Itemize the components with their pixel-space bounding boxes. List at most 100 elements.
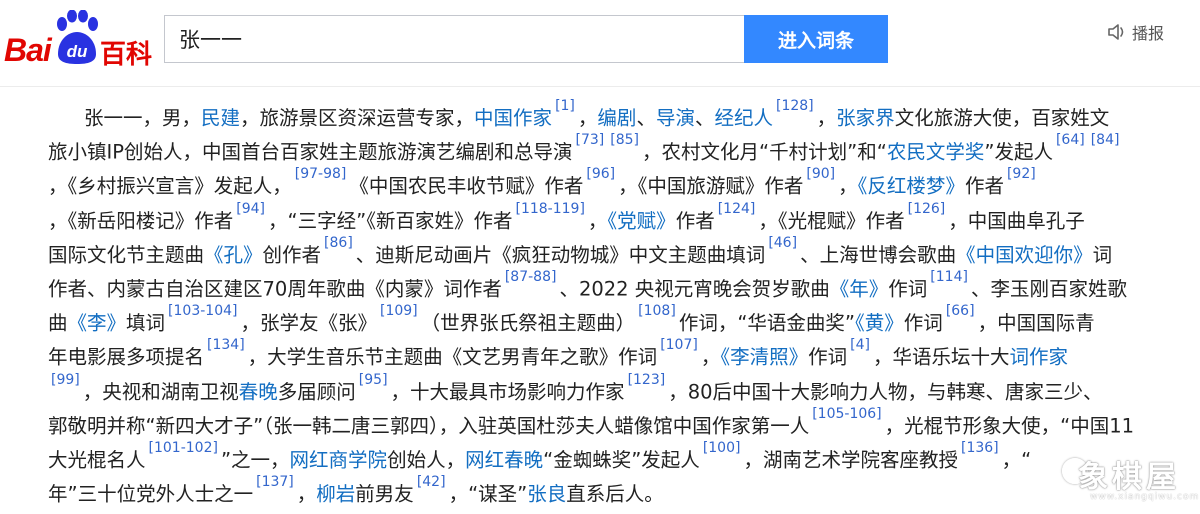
article-text: 直系后人。	[566, 482, 664, 506]
entry-link[interactable]: 中国作家	[474, 107, 552, 130]
reference-marker[interactable]: [95]	[359, 372, 388, 388]
reference-marker[interactable]: [137]	[256, 474, 294, 490]
entry-link[interactable]: 柳岩	[316, 483, 355, 506]
entry-link[interactable]: 《中国欢迎你》	[956, 243, 1093, 266]
entry-link[interactable]: 春晚	[239, 380, 278, 403]
reference-marker[interactable]: [4]	[850, 337, 870, 353]
article-text: ，“	[1001, 448, 1032, 472]
article-text: 创始人，	[387, 448, 466, 472]
article-text: “金蜘蛛奖”发起人	[543, 448, 700, 472]
reference-marker[interactable]: [94]	[236, 201, 265, 217]
entry-link[interactable]: 《李》	[68, 312, 127, 335]
article-text: 、	[636, 106, 656, 130]
reference-marker[interactable]: [97-98]	[295, 166, 347, 182]
reference-marker[interactable]: [128]	[776, 98, 814, 114]
search-input[interactable]	[165, 16, 744, 62]
article-text: ，华语乐坛十大	[872, 345, 1010, 369]
entry-link[interactable]: 《黄》	[855, 312, 904, 335]
entry-link[interactable]: 《党赋》	[607, 209, 675, 232]
entry-link[interactable]: 网红商学院	[290, 448, 388, 471]
article-text: 、李玉刚百家姓歌	[970, 277, 1127, 301]
enter-entry-button[interactable]: 进入词条	[744, 15, 888, 63]
article-text: ，旅游景区资深运营专家，	[240, 106, 475, 130]
entry-link[interactable]: 农民文学奖	[887, 141, 985, 164]
article-text: ，中国曲阜孔子	[948, 209, 1085, 233]
article-text: 作词	[888, 277, 928, 301]
reference-marker[interactable]: [107]	[660, 337, 698, 353]
reference-marker[interactable]: [73]	[576, 132, 605, 148]
reference-marker[interactable]: [86]	[324, 235, 353, 251]
watermark: 象棋屋 www.xiangqiwu.com	[1062, 452, 1198, 510]
reference-marker[interactable]: [134]	[207, 337, 245, 353]
entry-link[interactable]: 导演	[656, 107, 695, 130]
article-text: ，《新岳阳楼记》作者	[48, 209, 234, 233]
article-text: 大光棍名人	[48, 448, 146, 472]
article-text: 张一一，男，	[84, 106, 202, 130]
article-text: 作者、内蒙古自治区建区70周年歌曲《内蒙》词作者	[48, 277, 502, 301]
article-text: 多届顾问	[277, 380, 356, 403]
article-text: ，张学友《张》	[240, 311, 377, 335]
reference-marker[interactable]: [100]	[703, 440, 741, 456]
reference-marker[interactable]: [103-104]	[168, 303, 237, 319]
entry-link[interactable]: 《李清照》	[720, 346, 808, 369]
article-text: ，十大最具市场影响力作家	[390, 380, 625, 403]
entry-link[interactable]: 网红春晚	[465, 448, 543, 471]
reference-marker[interactable]: [1]	[555, 98, 575, 114]
article-line: 郭敬明并称“新四大才子”（张一韩二唐三郭四），入驻英国杜莎夫人蜡像馆中国作家第一…	[48, 404, 1194, 438]
reference-marker[interactable]: [124]	[718, 201, 756, 217]
reference-marker[interactable]: [109]	[380, 303, 418, 319]
reference-marker[interactable]: [114]	[930, 269, 968, 285]
article-text: 国际文化节主题曲	[48, 243, 205, 267]
article-text: 创作者	[262, 243, 322, 267]
top-bar: Bai du 百科 进入词条 播报	[0, 0, 1200, 87]
entry-link[interactable]: 词作家	[1010, 346, 1069, 369]
article-text: ，	[838, 174, 858, 198]
reference-marker[interactable]: [126]	[908, 201, 946, 217]
article-line: 大光棍名人[101-102]”之一，网红商学院创始人，网红春晚“金蜘蛛奖”发起人…	[48, 438, 1194, 472]
article-text: ，80后中国十大影响力人物，与韩寒、唐家三少、	[668, 380, 1103, 403]
article-text: ，	[700, 345, 721, 369]
article-line: 张一一，男，民建，旅游景区资深运营专家，中国作家[1]，编剧、导演、经纪人[12…	[48, 96, 1194, 130]
reference-marker[interactable]: [46]	[768, 235, 797, 251]
reference-marker[interactable]: [42]	[417, 474, 446, 490]
reference-marker[interactable]: [85]	[610, 132, 639, 148]
article-text: ，大学生音乐节主题曲《文艺男青年之歌》作词	[247, 345, 658, 369]
reference-marker[interactable]: [66]	[946, 303, 975, 319]
article-text: ，	[577, 106, 598, 130]
reference-marker[interactable]: [105-106]	[812, 406, 881, 422]
article-summary: 张一一，男，民建，旅游景区资深运营专家，中国作家[1]，编剧、导演、经纪人[12…	[48, 96, 1194, 506]
article-text: ，光棍节形象大使，“中国11	[884, 414, 1135, 438]
entry-link[interactable]: 编剧	[597, 107, 636, 130]
reference-marker[interactable]: [64]	[1056, 132, 1085, 148]
logo-bai-text: Bai	[4, 32, 52, 68]
reference-marker[interactable]: [101-102]	[149, 440, 218, 456]
reference-marker[interactable]: [84]	[1091, 132, 1120, 148]
entry-link[interactable]: 《年》	[830, 277, 889, 300]
reference-marker[interactable]: [136]	[961, 440, 999, 456]
reference-marker[interactable]: [92]	[1007, 166, 1036, 182]
baidu-baike-logo[interactable]: Bai du 百科	[4, 10, 154, 72]
voice-broadcast-label: 播报	[1132, 24, 1165, 43]
entry-link[interactable]: 《反红楼梦》	[858, 175, 965, 198]
reference-marker[interactable]: [123]	[628, 372, 666, 388]
reference-marker[interactable]: [99]	[51, 372, 80, 388]
article-line: 作者、内蒙古自治区建区70周年歌曲《内蒙》词作者[87-88]、2022 央视元…	[48, 267, 1194, 301]
article-text: ，农村文化月“千村计划”和“	[642, 140, 887, 164]
reference-marker[interactable]: [96]	[586, 166, 615, 182]
entry-link[interactable]: 张家界	[836, 107, 895, 130]
entry-link[interactable]: 《孔》	[204, 243, 263, 266]
entry-link[interactable]: 经纪人	[714, 107, 773, 130]
article-text: 、	[694, 106, 715, 130]
entry-link[interactable]: 张良	[527, 483, 566, 506]
reference-marker[interactable]: [108]	[638, 303, 676, 319]
article-text: ，《乡村振兴宣言》发起人，	[48, 174, 292, 198]
reference-marker[interactable]: [87-88]	[505, 269, 557, 285]
voice-broadcast-button[interactable]: 播报	[1106, 20, 1164, 44]
article-line: 年”三十位党外人士之一[137]，柳岩前男友[42]，“谋圣”张良直系后人。	[48, 472, 1194, 506]
reference-marker[interactable]: [118-119]	[515, 201, 584, 217]
entry-link[interactable]: 民建	[201, 107, 240, 130]
speaker-icon	[1108, 24, 1124, 40]
article-text: ，《中国旅游赋》作者	[618, 174, 804, 198]
baidu-paw-icon: du	[57, 10, 98, 64]
reference-marker[interactable]: [90]	[806, 166, 835, 182]
